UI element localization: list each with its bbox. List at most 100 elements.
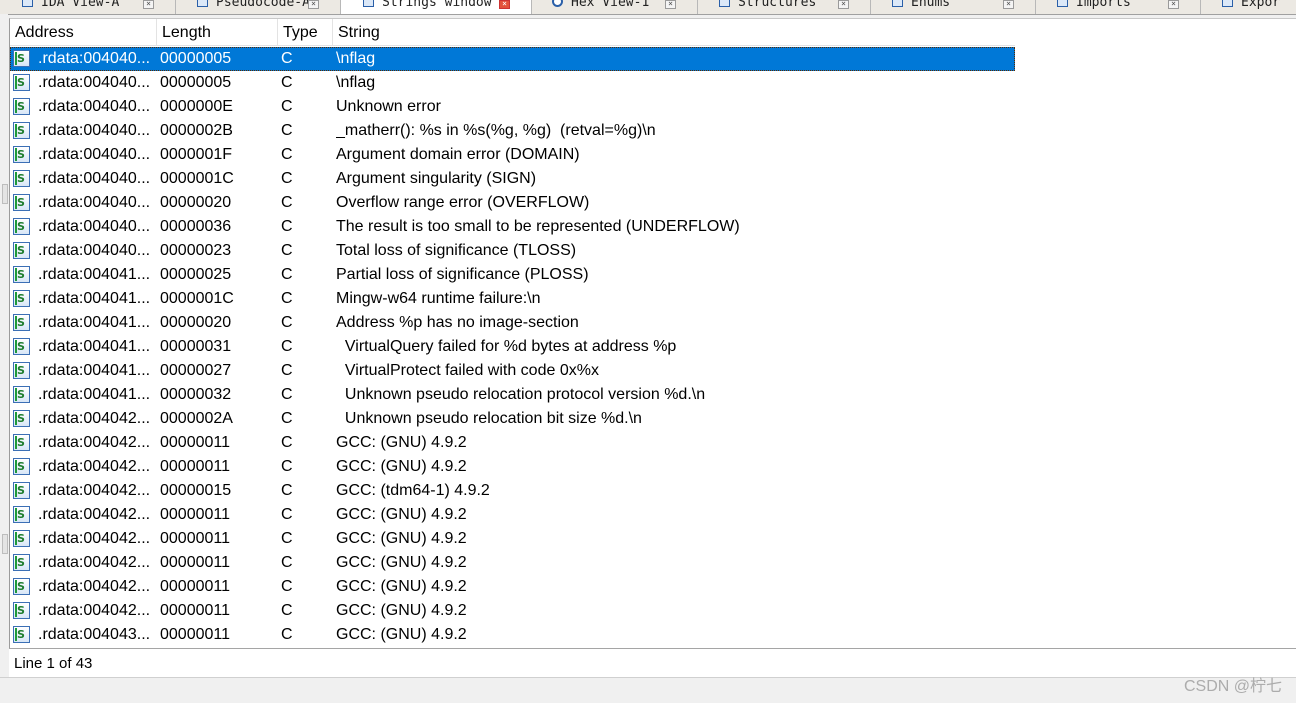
table-row[interactable]: .rdata:004040... 0000002B C _matherr(): %s … <box>10 119 1015 143</box>
cell-length: 00000011 <box>160 530 230 547</box>
column-header-type[interactable]: Type <box>278 19 333 45</box>
cell-string: GCC: (tdm64-1) 4.9.2 <box>336 482 490 499</box>
tab-structures[interactable]: Structures × <box>697 0 871 14</box>
string-icon <box>13 74 30 91</box>
table-row[interactable]: .rdata:004041... 00000025 C Partial loss of… <box>10 263 1015 287</box>
cell-string: Unknown pseudo relocation bit size %d.\n <box>336 410 642 427</box>
close-tab-icon[interactable]: × <box>838 0 849 9</box>
structures-icon <box>719 0 730 7</box>
close-tab-icon[interactable]: × <box>143 0 154 9</box>
cell-type: C <box>281 482 293 499</box>
tab-ida-view-a[interactable]: IDA View-A × <box>0 0 176 14</box>
cell-address: .rdata:004042... <box>38 602 151 619</box>
cell-type: C <box>281 266 293 283</box>
cell-type: C <box>281 386 293 403</box>
table-row[interactable]: .rdata:004041... 0000001C C Mingw-w64 runti… <box>10 287 1015 311</box>
table-row[interactable]: .rdata:004042... 00000011 C GCC: (GNU) 4.9.… <box>10 575 1015 599</box>
cell-string: GCC: (GNU) 4.9.2 <box>336 434 467 451</box>
cell-type: C <box>281 410 293 427</box>
cell-string: Total loss of significance (TLOSS) <box>336 242 577 259</box>
table-row[interactable]: .rdata:004042... 00000011 C GCC: (GNU) 4.9.… <box>10 503 1015 527</box>
string-icon <box>13 410 30 427</box>
tab-label: Enums <box>911 0 951 10</box>
cell-length: 00000032 <box>160 386 232 403</box>
cell-string: Address %p has no image-section <box>336 314 579 331</box>
cell-type: C <box>281 458 293 475</box>
hex-icon <box>552 0 563 7</box>
cell-string: Argument singularity (SIGN) <box>336 170 537 187</box>
tab-label: IDA View-A <box>41 0 120 10</box>
tab-pseudocode-a[interactable]: Pseudocode-A × <box>175 0 341 14</box>
cell-string: Mingw-w64 runtime failure:\n <box>336 290 541 307</box>
cell-length: 0000002A <box>160 410 233 427</box>
cell-type: C <box>281 506 293 523</box>
table-row[interactable]: .rdata:004040... 00000020 C Overflow range … <box>10 191 1015 215</box>
column-header-string[interactable]: String <box>333 19 1015 45</box>
tab-label: Imports <box>1076 0 1131 10</box>
table-row[interactable]: .rdata:004042... 00000011 C GCC: (GNU) 4.9.… <box>10 455 1015 479</box>
cell-length: 00000011 <box>160 506 230 523</box>
strings-list: Address Length Type String .rdata:004040… <box>9 18 1296 649</box>
dock-marker <box>2 184 8 204</box>
left-dock-strip <box>0 14 8 654</box>
tab-expor[interactable]: Expor <box>1200 0 1296 14</box>
close-tab-icon[interactable]: × <box>665 0 676 9</box>
cell-address: .rdata:004040... <box>38 122 151 139</box>
close-tab-icon[interactable]: × <box>1168 0 1179 9</box>
string-icon <box>13 530 30 547</box>
table-row[interactable]: .rdata:004042... 00000011 C GCC: (GNU) 4.9.… <box>10 431 1015 455</box>
cell-length: 0000001F <box>160 146 233 163</box>
tab-label: Pseudocode-A <box>216 0 310 10</box>
string-icon <box>13 458 30 475</box>
cell-length: 00000005 <box>160 74 232 91</box>
string-icon <box>13 266 30 283</box>
cell-length: 00000011 <box>160 434 230 451</box>
table-row[interactable]: .rdata:004042... 00000011 C GCC: (GNU) 4.9.… <box>10 551 1015 575</box>
table-row[interactable]: .rdata:004041... 00000020 C Address %p has … <box>10 311 1015 335</box>
cell-string: \nflag <box>336 74 376 91</box>
table-row[interactable]: .rdata:004042... 00000015 C GCC: (tdm64-1) … <box>10 479 1015 503</box>
table-row[interactable]: .rdata:004041... 00000027 C VirtualProtect… <box>10 359 1015 383</box>
string-icon <box>13 170 30 187</box>
table-row[interactable]: .rdata:004040... 0000001C C Argument singul… <box>10 167 1015 191</box>
table-row[interactable]: .rdata:004042... 00000011 C GCC: (GNU) 4.9.… <box>10 527 1015 551</box>
string-icon <box>13 194 30 211</box>
table-row[interactable]: .rdata:004040... 0000001F C Argument domain… <box>10 143 1015 167</box>
cell-length: 00000011 <box>160 458 230 475</box>
cell-length: 00000005 <box>160 50 232 67</box>
cell-string: \nflag <box>336 50 376 67</box>
cell-length: 00000015 <box>160 482 232 499</box>
cell-type: C <box>281 218 293 235</box>
tab-imports[interactable]: Imports × <box>1035 0 1201 14</box>
cell-string: VirtualProtect failed with code 0x%x <box>336 362 599 379</box>
ida-view-icon <box>22 0 33 7</box>
string-icon <box>13 482 30 499</box>
table-row[interactable]: .rdata:004040... 00000005 C \nflag <box>10 71 1015 95</box>
table-row[interactable]: .rdata:004042... 00000011 C GCC: (GNU) 4.9.… <box>10 599 1015 623</box>
tab-enums[interactable]: Enums × <box>870 0 1036 14</box>
table-row[interactable]: .rdata:004043... 00000011 C GCC: (GNU) 4.9.… <box>10 623 1015 647</box>
tab-strings-window[interactable]: Strings window × <box>340 0 532 14</box>
table-row[interactable]: .rdata:004040... 0000000E C Unknown error <box>10 95 1015 119</box>
table-row[interactable]: .rdata:004040... 00000005 C \nflag <box>10 47 1015 71</box>
table-row[interactable]: .rdata:004041... 00000032 C Unknown pseudo… <box>10 383 1015 407</box>
cell-address: .rdata:004040... <box>38 74 151 91</box>
cell-string: GCC: (GNU) 4.9.2 <box>336 458 467 475</box>
column-header-address[interactable]: Address <box>10 19 157 45</box>
table-row[interactable]: .rdata:004040... 00000023 C Total loss of s… <box>10 239 1015 263</box>
bottom-band <box>0 677 1296 703</box>
close-tab-icon[interactable]: × <box>1003 0 1014 9</box>
dock-marker <box>2 534 8 554</box>
column-header-length[interactable]: Length <box>157 19 278 45</box>
string-icon <box>13 98 30 115</box>
tab-hex-view-1[interactable]: Hex View-1 × <box>530 0 698 14</box>
table-row[interactable]: .rdata:004042... 0000002A C Unknown pseudo… <box>10 407 1015 431</box>
cell-address: .rdata:004040... <box>38 242 151 259</box>
close-tab-icon[interactable]: × <box>499 0 510 9</box>
cell-length: 00000023 <box>160 242 232 259</box>
close-tab-icon[interactable]: × <box>308 0 319 9</box>
cell-type: C <box>281 74 293 91</box>
string-rows: .rdata:004040... 00000005 C \nflag .rdata:00… <box>10 47 1296 647</box>
table-row[interactable]: .rdata:004040... 00000036 C The result is t… <box>10 215 1015 239</box>
table-row[interactable]: .rdata:004041... 00000031 C VirtualQuery f… <box>10 335 1015 359</box>
